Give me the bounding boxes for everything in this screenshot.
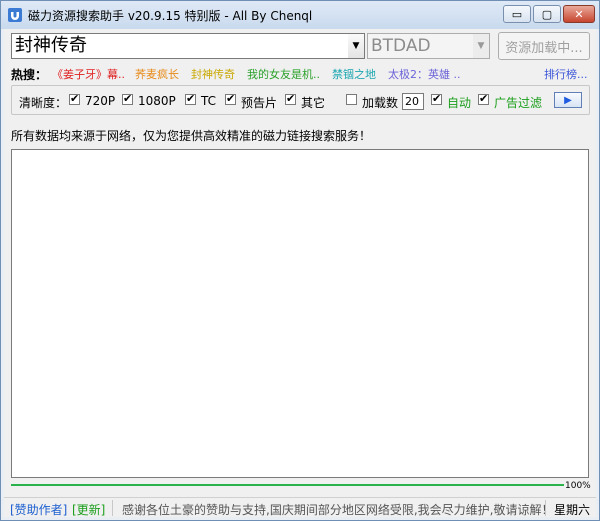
ranking-link[interactable]: 排行榜...: [544, 66, 588, 82]
checkbox-other[interactable]: ✔: [285, 92, 296, 105]
chevron-down-icon: ▼: [477, 41, 485, 51]
keyword-input[interactable]: 封神传奇: [11, 33, 349, 59]
magnet-app-icon: [8, 8, 22, 22]
label-720p: 720P: [85, 94, 116, 108]
update-link[interactable]: [更新]: [72, 501, 105, 518]
source-site-select[interactable]: BTDAD: [367, 33, 474, 59]
label-other: 其它: [301, 96, 326, 110]
hot-item[interactable]: 荞麦疯长: [135, 66, 179, 82]
label-tc: TC: [201, 94, 217, 108]
check-icon: ✔: [432, 92, 442, 105]
start-search-button[interactable]: ▶: [554, 92, 582, 108]
check-icon: ✔: [226, 92, 236, 105]
hot-item[interactable]: 禁锢之地: [332, 66, 376, 82]
check-icon: ✔: [479, 92, 489, 105]
check-icon: ✔: [70, 92, 80, 105]
notice-text: 所有数据均来源于网络，仅为您提供高效精准的磁力链接搜索服务！: [11, 129, 372, 143]
checkbox-auto[interactable]: ✔: [431, 92, 442, 105]
label-trailer: 预告片: [241, 96, 278, 110]
label-load-count: 加载数: [362, 96, 399, 110]
title-bar[interactable]: 磁力资源搜索助手 v20.9.15 特别版 - All By Chenql ▭ …: [1, 1, 599, 29]
progress-bar: [11, 484, 564, 486]
label-auto: 自动: [447, 96, 472, 110]
play-icon: ▶: [564, 94, 572, 106]
support-author-link[interactable]: [赞助作者]: [10, 501, 67, 518]
check-icon: ✔: [186, 92, 196, 105]
checkbox-tc[interactable]: ✔: [185, 92, 196, 105]
checkbox-1080p[interactable]: ✔: [122, 92, 133, 105]
close-icon: ✕: [574, 7, 584, 21]
weekday-label: 星期六: [554, 503, 591, 517]
checkbox-trailer[interactable]: ✔: [225, 92, 236, 105]
window-title: 磁力资源搜索助手 v20.9.15 特别版 - All By Chenql: [28, 9, 313, 23]
minimize-button[interactable]: ▭: [503, 5, 531, 23]
source-site-dropdown-button[interactable]: ▼: [473, 33, 490, 59]
hot-item[interactable]: 我的女友是机..: [247, 66, 320, 82]
hot-search-label: 热搜：: [11, 68, 48, 82]
hot-item[interactable]: 《姜子牙》幕..: [52, 66, 125, 82]
app-window: 磁力资源搜索助手 v20.9.15 特别版 - All By Chenql ▭ …: [0, 0, 600, 521]
maximize-button[interactable]: ▢: [533, 5, 561, 23]
checkbox-ad-filter[interactable]: ✔: [478, 92, 489, 105]
maximize-icon: ▢: [541, 7, 553, 21]
chevron-down-icon: ▼: [352, 41, 360, 51]
checkbox-load-count[interactable]: [346, 94, 357, 105]
clarity-label: 清晰度：: [19, 96, 68, 110]
load-count-input[interactable]: 20: [402, 93, 424, 110]
hot-item[interactable]: 封神传奇: [191, 66, 235, 82]
results-list[interactable]: [11, 149, 589, 478]
check-icon: ✔: [123, 92, 133, 105]
progress-label: 100%: [565, 481, 591, 491]
minimize-icon: ▭: [511, 7, 523, 21]
check-icon: ✔: [286, 92, 296, 105]
main-panel: 封神传奇 ▼ BTDAD ▼ 资源加载中... 热搜： 《姜子牙》幕.. 荞麦疯…: [4, 29, 596, 517]
filter-options-panel: 清晰度： ✔ 720P ✔ 1080P ✔ TC ✔ 预告片 ✔ 其它 加载数 …: [11, 85, 590, 115]
progress-fill: [11, 484, 564, 486]
status-divider: [545, 500, 546, 516]
status-divider: [112, 500, 113, 516]
label-1080p: 1080P: [138, 94, 176, 108]
load-resources-button[interactable]: 资源加载中...: [498, 32, 590, 60]
checkbox-720p[interactable]: ✔: [69, 92, 80, 105]
status-message: 感谢各位土豪的赞助与支持,国庆期间部分地区网络受限,我会尽力维护,敬请谅解！: [122, 503, 554, 517]
hot-item[interactable]: 太极2：英雄 ..: [388, 66, 461, 82]
status-bar: [赞助作者] [更新] 感谢各位土豪的赞助与支持,国庆期间部分地区网络受限,我会…: [4, 497, 596, 518]
label-ad-filter: 广告过滤: [494, 96, 543, 110]
close-button[interactable]: ✕: [563, 5, 595, 23]
keyword-dropdown-button[interactable]: ▼: [348, 33, 365, 59]
